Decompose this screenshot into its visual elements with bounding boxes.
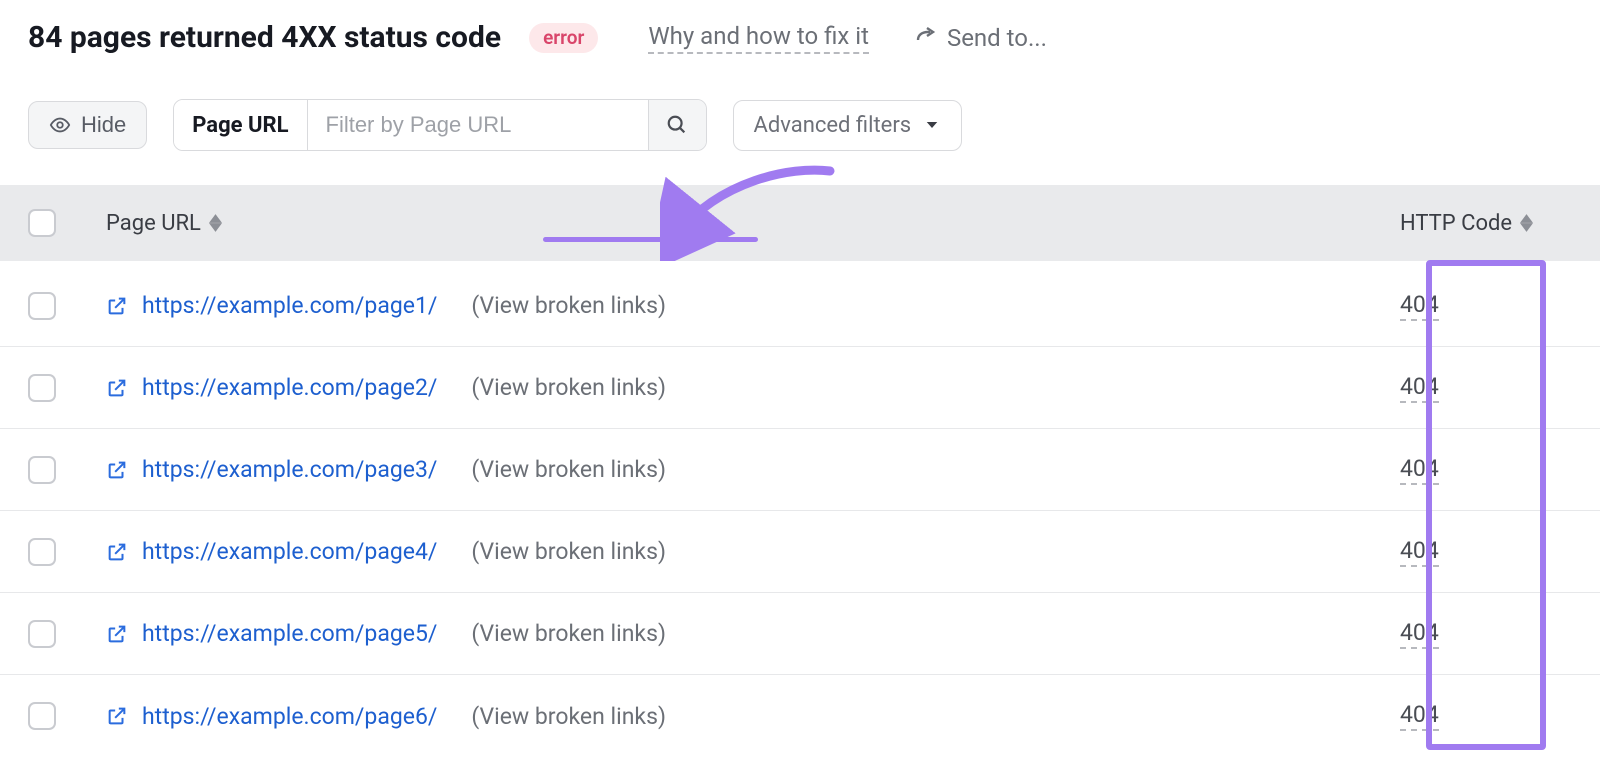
http-code[interactable]: 404 bbox=[1400, 455, 1439, 485]
table-row: https://example.com/page2/ (View broken l… bbox=[0, 347, 1600, 429]
row-checkbox[interactable] bbox=[28, 620, 56, 648]
send-to-label: Send to... bbox=[947, 24, 1047, 52]
select-all-checkbox[interactable] bbox=[28, 209, 56, 237]
column-header-url[interactable]: Page URL bbox=[106, 211, 1400, 236]
view-broken-links[interactable]: (View broken links) bbox=[471, 374, 666, 401]
sort-icon bbox=[1520, 214, 1533, 232]
row-checkbox[interactable] bbox=[28, 374, 56, 402]
page-url-link[interactable]: https://example.com/page6/ bbox=[142, 703, 437, 730]
page-url-link[interactable]: https://example.com/page4/ bbox=[142, 538, 437, 565]
column-header-http[interactable]: HTTP Code bbox=[1400, 211, 1600, 236]
external-link-icon[interactable] bbox=[106, 295, 128, 317]
row-checkbox[interactable] bbox=[28, 292, 56, 320]
row-checkbox[interactable] bbox=[28, 456, 56, 484]
view-broken-links[interactable]: (View broken links) bbox=[471, 703, 666, 730]
http-code[interactable]: 404 bbox=[1400, 619, 1439, 649]
hide-label: Hide bbox=[81, 112, 126, 138]
table-header: Page URL HTTP Code bbox=[0, 185, 1600, 261]
filter-group: Page URL bbox=[173, 99, 706, 151]
http-code[interactable]: 404 bbox=[1400, 373, 1439, 403]
error-badge: error bbox=[529, 23, 598, 53]
table-row: https://example.com/page6/ (View broken l… bbox=[0, 675, 1600, 757]
view-broken-links[interactable]: (View broken links) bbox=[471, 538, 666, 565]
page-url-link[interactable]: https://example.com/page2/ bbox=[142, 374, 437, 401]
page-url-link[interactable]: https://example.com/page3/ bbox=[142, 456, 437, 483]
advanced-filters-button[interactable]: Advanced filters bbox=[733, 100, 963, 151]
http-code[interactable]: 404 bbox=[1400, 291, 1439, 321]
filter-search-button[interactable] bbox=[648, 100, 706, 150]
row-checkbox[interactable] bbox=[28, 702, 56, 730]
external-link-icon[interactable] bbox=[106, 541, 128, 563]
page-title: 84 pages returned 4XX status code bbox=[28, 20, 501, 55]
header: 84 pages returned 4XX status code error … bbox=[28, 20, 1572, 55]
page-url-link[interactable]: https://example.com/page5/ bbox=[142, 620, 437, 647]
sort-icon bbox=[209, 214, 222, 232]
advanced-filters-label: Advanced filters bbox=[754, 113, 912, 138]
results-table: Page URL HTTP Code https://example.com/p… bbox=[28, 185, 1572, 757]
http-code[interactable]: 404 bbox=[1400, 701, 1439, 731]
send-to-button[interactable]: Send to... bbox=[913, 24, 1047, 52]
help-link[interactable]: Why and how to fix it bbox=[648, 22, 869, 54]
external-link-icon[interactable] bbox=[106, 705, 128, 727]
table-row: https://example.com/page1/ (View broken l… bbox=[0, 265, 1600, 347]
filter-input[interactable] bbox=[308, 100, 648, 150]
table-body: https://example.com/page1/ (View broken l… bbox=[28, 261, 1572, 757]
toolbar: Hide Page URL Advanced filters bbox=[28, 99, 1572, 151]
view-broken-links[interactable]: (View broken links) bbox=[471, 456, 666, 483]
view-broken-links[interactable]: (View broken links) bbox=[471, 620, 666, 647]
row-checkbox[interactable] bbox=[28, 538, 56, 566]
http-code[interactable]: 404 bbox=[1400, 537, 1439, 567]
table-row: https://example.com/page4/ (View broken l… bbox=[0, 511, 1600, 593]
page-url-link[interactable]: https://example.com/page1/ bbox=[142, 292, 437, 319]
view-broken-links[interactable]: (View broken links) bbox=[471, 292, 666, 319]
filter-field-label[interactable]: Page URL bbox=[174, 100, 307, 150]
table-row: https://example.com/page3/ (View broken l… bbox=[0, 429, 1600, 511]
hide-button[interactable]: Hide bbox=[28, 101, 147, 149]
search-icon bbox=[666, 114, 688, 136]
chevron-down-icon bbox=[923, 116, 941, 134]
external-link-icon[interactable] bbox=[106, 377, 128, 399]
table-row: https://example.com/page5/ (View broken l… bbox=[0, 593, 1600, 675]
column-url-label: Page URL bbox=[106, 211, 201, 236]
share-arrow-icon bbox=[913, 26, 937, 50]
external-link-icon[interactable] bbox=[106, 459, 128, 481]
eye-icon bbox=[49, 114, 71, 136]
external-link-icon[interactable] bbox=[106, 623, 128, 645]
column-http-label: HTTP Code bbox=[1400, 211, 1512, 236]
